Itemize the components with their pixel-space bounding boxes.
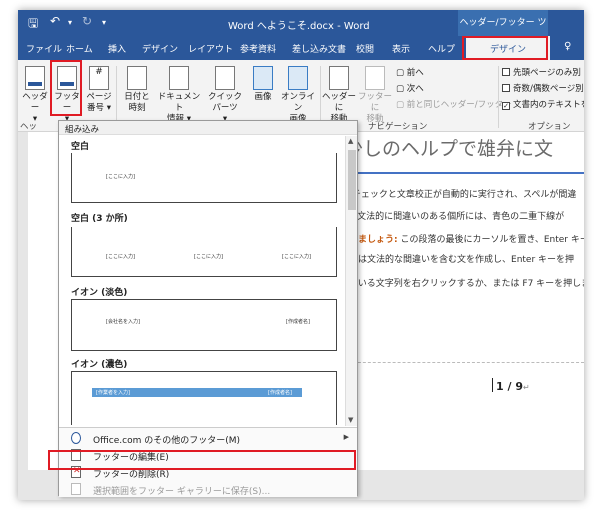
tab-file[interactable]: ファイル	[26, 42, 62, 55]
placeholder-text: [ここに入力]	[106, 174, 135, 180]
separator	[116, 66, 117, 128]
office-globe-icon	[71, 432, 81, 444]
tab-help[interactable]: ヘルプ	[428, 42, 455, 55]
scroll-down-icon[interactable]: ▼	[348, 416, 353, 424]
tab-insert[interactable]: 挿入	[108, 42, 126, 55]
ion-dark-band: [作業者を入力] [作成者名]	[92, 388, 302, 397]
menu-item-save-selection[interactable]: 選択範囲をフッター ギャラリーに保存(S)...	[59, 481, 357, 498]
gallery-item-blank[interactable]: [ここに入力]	[71, 153, 337, 203]
tab-review[interactable]: 校閲	[356, 42, 374, 55]
tab-references[interactable]: 参考資料	[240, 42, 276, 55]
footer-boundary	[348, 362, 584, 363]
word-window: 🖫 ↶ ▾ ↻ ▾ Word へようこそ.docx - Word ヘッダー/フッ…	[18, 10, 584, 500]
lightbulb-icon[interactable]: ♀	[564, 41, 571, 52]
header-button[interactable]: ヘッダー ▾	[20, 66, 50, 125]
save-gallery-icon	[71, 483, 81, 495]
show-doc-text-checkbox[interactable]: ✓ 文書内のテキストを	[502, 98, 584, 110]
context-tool-title: ヘッダー/フッター ツール	[458, 10, 548, 54]
body-text-line: ル チェックと文章校正が自動的に実行され、スペルが間違	[340, 190, 577, 200]
group-label-navigation: ナビゲーション	[368, 122, 428, 132]
quick-parts-button[interactable]: クイック パーツ ▾	[204, 66, 246, 125]
gallery-item-blank-three[interactable]: [ここに入力] [ここに入力] [ここに入力]	[71, 227, 337, 277]
gallery-item-title: 空白	[71, 142, 90, 152]
gallery-item-title: イオン (濃色)	[71, 360, 128, 370]
odd-even-checkbox[interactable]: 奇数/偶数ページ別	[502, 82, 584, 94]
redo-icon[interactable]: ↻	[82, 14, 92, 28]
goto-header-icon	[329, 66, 349, 90]
separator	[320, 66, 321, 128]
goto-footer-icon	[365, 66, 385, 90]
document-info-icon	[169, 66, 189, 90]
goto-header-button[interactable]: ヘッダーに 移動	[322, 66, 356, 125]
placeholder-text: [作成者名]	[268, 390, 292, 396]
picture-button[interactable]: 画像	[250, 66, 276, 103]
scroll-up-icon[interactable]: ▲	[348, 137, 353, 145]
title-bar: 🖫 ↶ ▾ ↻ ▾ Word へようこそ.docx - Word ヘッダー/フッ…	[18, 10, 584, 54]
heading-underline	[348, 172, 584, 174]
body-text-line: す。文法的に間違いのある個所には、青色の二重下線が	[340, 212, 565, 222]
menu-item-more-footers[interactable]: Office.com のその他のフッター(M) ▶	[59, 430, 357, 447]
gallery-item-ion-dark[interactable]: [作業者を入力] [作成者名]	[71, 371, 337, 425]
gallery-item-ion-light[interactable]: [会社名を入力] [作成者名]	[71, 299, 337, 351]
doc-info-button[interactable]: ドキュメント 情報 ▾	[156, 66, 202, 125]
placeholder-text: [ここに入力]	[106, 254, 135, 260]
picture-icon	[253, 66, 273, 90]
gallery-section-header: 組み込み	[59, 121, 357, 135]
design-tab-highlight	[462, 36, 548, 60]
document-heading: 少しのヘルプで雄弁に文	[344, 138, 554, 160]
first-page-checkbox[interactable]: 先頭ページのみ別	[502, 66, 581, 78]
group-label-options: オプション	[528, 122, 571, 132]
tab-mailings[interactable]: 差し込み文書	[292, 42, 346, 55]
placeholder-text: [ここに入力]	[194, 254, 223, 260]
body-text-line: または文法的な間違いを含む文を作成し、Enter キーを押	[340, 255, 575, 265]
group-label-header-footer: ヘッ	[20, 122, 38, 132]
footer-button-highlight	[50, 60, 82, 116]
calendar-icon	[127, 66, 147, 90]
link-to-previous-button[interactable]: ▢ 前と同じヘッダー/フッター	[396, 98, 512, 110]
footer-page-number: 1 / 9↵	[496, 380, 530, 393]
header-icon	[25, 66, 45, 90]
text-cursor	[492, 378, 493, 392]
separator	[498, 66, 499, 128]
customize-qat-icon[interactable]: ▾	[102, 18, 106, 27]
document-title: Word へようこそ.docx - Word	[228, 21, 370, 32]
next-button[interactable]: ▢ 次へ	[396, 82, 424, 94]
page-number-icon: #	[89, 66, 109, 90]
goto-footer-button[interactable]: フッターに 移動	[358, 66, 392, 125]
tab-design[interactable]: デザイン	[142, 42, 178, 55]
body-text-line: てみましょう: この段落の最後にカーソルを置き、Enter キー	[340, 235, 584, 245]
checkbox-box: ✓	[502, 102, 510, 110]
undo-icon[interactable]: ↶	[50, 14, 60, 28]
prev-button[interactable]: ▢ 前へ	[396, 66, 424, 78]
gallery-item-title: 空白 (3 か所)	[71, 214, 128, 224]
submenu-arrow-icon: ▶	[343, 433, 349, 441]
footer-gallery: 組み込み ▲ ▼ 空白 [ここに入力] 空白 (3 か所) [ここに入力] [こ…	[58, 120, 358, 498]
tab-view[interactable]: 表示	[392, 42, 410, 55]
online-picture-button[interactable]: オンライン 画像	[278, 66, 318, 125]
placeholder-text: [ここに入力]	[282, 254, 311, 260]
undo-dropdown-icon[interactable]: ▾	[68, 18, 72, 27]
placeholder-text: [作業者を入力]	[96, 390, 130, 396]
remove-footer-highlight	[48, 450, 356, 470]
scroll-thumb[interactable]	[348, 150, 356, 210]
placeholder-text: [会社名を入力]	[106, 319, 140, 325]
page-number-button[interactable]: # ページ 番号 ▾	[84, 66, 114, 114]
save-icon[interactable]: 🖫	[28, 14, 38, 35]
date-time-button[interactable]: 日付と 時刻	[120, 66, 154, 114]
quick-parts-icon	[215, 66, 235, 90]
tab-home[interactable]: ホーム	[66, 42, 93, 55]
gallery-item-title: イオン (淡色)	[71, 288, 128, 298]
checkbox-box	[502, 68, 510, 76]
gallery-scrollbar[interactable]: ▲ ▼	[345, 136, 357, 426]
body-text-line: れている文字列を右クリックするか、または F7 キーを押しま	[340, 279, 584, 289]
placeholder-text: [作成者名]	[286, 319, 310, 325]
online-picture-icon	[288, 66, 308, 90]
tab-layout[interactable]: レイアウト	[188, 42, 233, 55]
checkbox-box	[502, 84, 510, 92]
